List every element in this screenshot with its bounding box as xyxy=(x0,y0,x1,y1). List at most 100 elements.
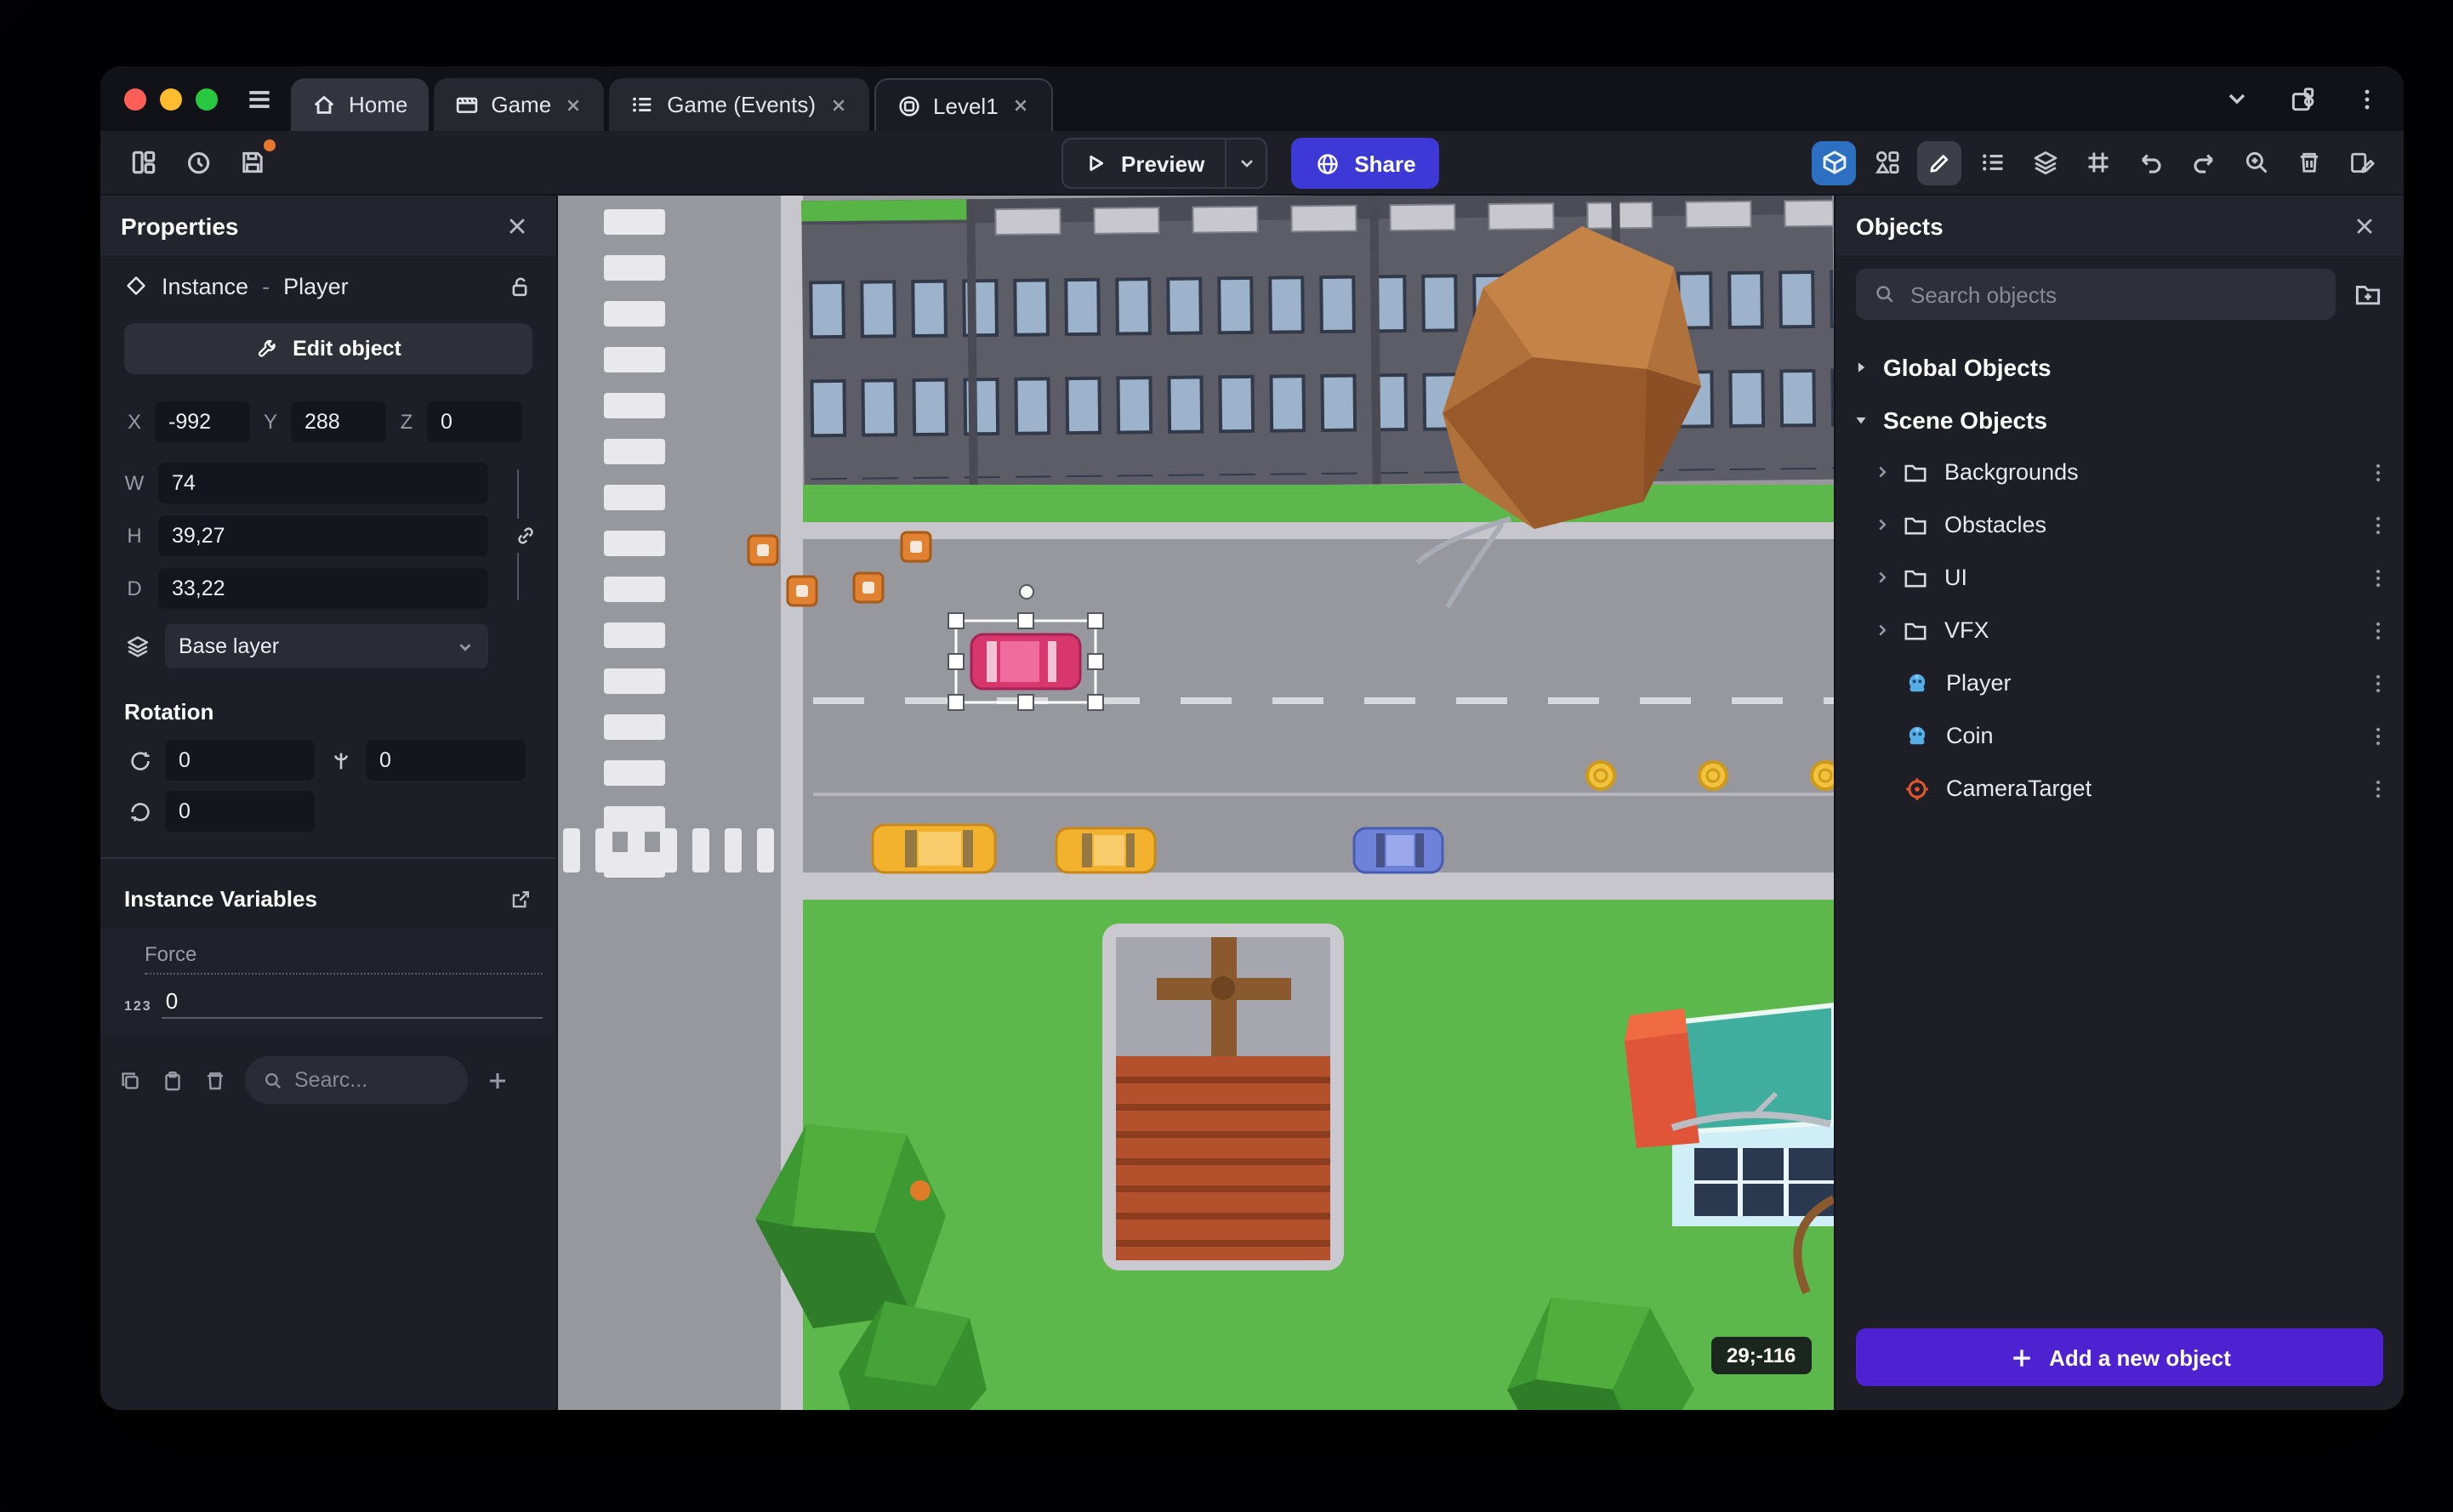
kebab-menu-icon[interactable] xyxy=(2366,513,2390,537)
y-input[interactable] xyxy=(291,401,386,442)
rotate-y-axis-icon xyxy=(325,747,356,773)
kebab-menu-icon[interactable] xyxy=(2366,566,2390,589)
tab-level1[interactable]: Level1 xyxy=(874,78,1053,131)
tab-bar: Home Game Game (Events) Level1 xyxy=(291,78,1053,131)
main-menu-icon[interactable] xyxy=(238,66,291,131)
z-input[interactable] xyxy=(427,401,522,442)
rotation-x-input[interactable] xyxy=(165,740,315,781)
close-tab-icon[interactable] xyxy=(828,94,848,115)
edit-object-label: Edit object xyxy=(293,337,401,361)
objects-panel-title: Objects xyxy=(1856,212,1944,239)
folder-icon xyxy=(1902,458,1929,486)
objects-search-input[interactable] xyxy=(1910,281,2319,307)
trash-icon[interactable] xyxy=(2286,140,2331,185)
scene-canvas[interactable]: 29;-116 xyxy=(558,196,1834,1410)
close-window-button[interactable] xyxy=(124,88,146,110)
redo-icon[interactable] xyxy=(2181,140,2225,185)
chevron-down-icon[interactable] xyxy=(2223,85,2251,112)
history-icon[interactable] xyxy=(175,140,219,185)
layer-select[interactable]: Base layer xyxy=(165,624,488,668)
close-properties-icon[interactable] xyxy=(498,207,536,244)
close-objects-icon[interactable] xyxy=(2346,207,2383,244)
object-item-coin[interactable]: Coin xyxy=(1835,709,2404,762)
chevron-right-icon[interactable] xyxy=(1873,621,1892,639)
preview-options-chevron-icon[interactable] xyxy=(1225,139,1266,187)
sprite-object-icon xyxy=(1904,669,1931,696)
close-tab-icon[interactable] xyxy=(563,94,583,115)
trash-icon[interactable] xyxy=(202,1067,228,1093)
toggle-3d-view-icon[interactable] xyxy=(1812,140,1856,185)
z-label: Z xyxy=(400,410,413,434)
kebab-menu-icon[interactable] xyxy=(2366,460,2390,484)
kebab-menu-icon[interactable] xyxy=(2354,86,2380,111)
paste-icon[interactable] xyxy=(160,1067,185,1093)
edit-object-button[interactable]: Edit object xyxy=(124,323,532,374)
object-item-player[interactable]: Player xyxy=(1835,657,2404,709)
rotation-z-input[interactable] xyxy=(165,791,315,832)
object-item-cameratarget[interactable]: CameraTarget xyxy=(1835,762,2404,815)
kebab-menu-icon[interactable] xyxy=(2366,776,2390,800)
search-icon xyxy=(262,1069,284,1091)
chevron-right-icon[interactable] xyxy=(1873,463,1892,481)
home-icon xyxy=(311,92,337,117)
rotation-y-input[interactable] xyxy=(366,740,526,781)
edit-wrench-icon xyxy=(255,337,279,361)
maximize-window-button[interactable] xyxy=(196,88,218,110)
x-input[interactable] xyxy=(155,401,250,442)
preview-button[interactable]: Preview xyxy=(1061,138,1268,189)
chevron-right-icon[interactable] xyxy=(1873,568,1892,587)
chevron-right-icon[interactable] xyxy=(1873,515,1892,534)
objects-shapes-icon[interactable] xyxy=(1864,140,1909,185)
folder-label: UI xyxy=(1944,565,1967,590)
sprite-object-icon xyxy=(1904,722,1931,749)
add-folder-icon[interactable] xyxy=(2353,279,2383,310)
tab-game-events[interactable]: Game (Events) xyxy=(609,78,869,131)
open-project-manager-icon[interactable] xyxy=(121,140,165,185)
rotate-z-icon xyxy=(124,799,155,824)
add-variable-icon[interactable] xyxy=(485,1067,510,1093)
edit-tool-pencil-icon[interactable] xyxy=(1917,140,1961,185)
extensions-icon[interactable] xyxy=(2288,84,2317,113)
minimize-window-button[interactable] xyxy=(160,88,182,110)
object-label: Coin xyxy=(1946,723,1994,748)
tab-game[interactable]: Game xyxy=(433,78,605,131)
close-tab-icon[interactable] xyxy=(1010,95,1031,116)
instances-list-icon[interactable] xyxy=(1970,140,2014,185)
folder-row-vfx[interactable]: VFX xyxy=(1835,604,2404,657)
layers-panel-icon[interactable] xyxy=(2023,140,2067,185)
zoom-icon[interactable] xyxy=(2234,140,2278,185)
yellow-car xyxy=(1055,827,1157,874)
kebab-menu-icon[interactable] xyxy=(2366,724,2390,747)
variables-search-input[interactable] xyxy=(294,1068,430,1092)
kebab-menu-icon[interactable] xyxy=(2366,618,2390,642)
folder-row-backgrounds[interactable]: Backgrounds xyxy=(1835,446,2404,498)
scene-render xyxy=(558,196,1834,1410)
width-input[interactable] xyxy=(158,462,488,503)
variables-search[interactable] xyxy=(245,1056,468,1104)
folder-row-ui[interactable]: UI xyxy=(1835,551,2404,604)
variable-value[interactable]: 0 xyxy=(162,988,543,1019)
share-button[interactable]: Share xyxy=(1291,138,1440,189)
tab-label: Game xyxy=(491,92,552,117)
edit-scene-properties-icon[interactable] xyxy=(2339,140,2383,185)
depth-input[interactable] xyxy=(158,567,488,608)
yellow-car xyxy=(871,823,997,874)
link-dimensions-icon[interactable] xyxy=(514,518,538,552)
folder-row-obstacles[interactable]: Obstacles xyxy=(1835,498,2404,551)
grid-icon[interactable] xyxy=(2075,140,2120,185)
lock-open-icon[interactable] xyxy=(507,273,532,298)
variables-list: Force 123 0 xyxy=(100,929,556,1036)
copy-icon[interactable] xyxy=(117,1067,143,1093)
height-input[interactable] xyxy=(158,514,488,555)
save-icon[interactable] xyxy=(230,139,276,185)
open-external-icon[interactable] xyxy=(509,887,532,911)
add-object-button[interactable]: Add a new object xyxy=(1856,1328,2383,1386)
global-objects-group[interactable]: Global Objects xyxy=(1835,340,2404,393)
scene-objects-group[interactable]: Scene Objects xyxy=(1835,393,2404,446)
objects-search[interactable] xyxy=(1856,269,2336,320)
kebab-menu-icon[interactable] xyxy=(2366,671,2390,695)
tab-home[interactable]: Home xyxy=(291,78,429,131)
variable-name[interactable]: Force xyxy=(145,942,543,975)
undo-icon[interactable] xyxy=(2128,140,2172,185)
object-label: Player xyxy=(1946,670,2012,696)
